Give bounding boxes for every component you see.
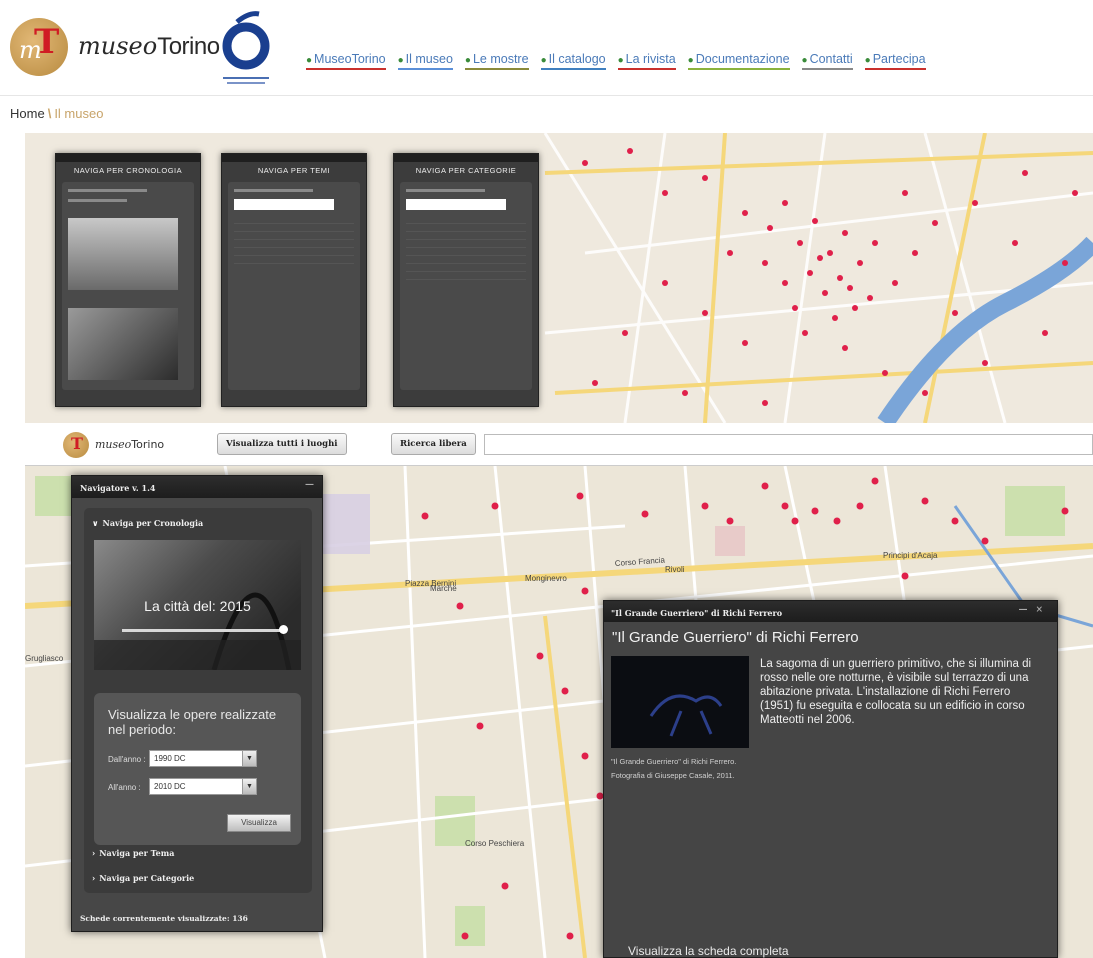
chevron-right-icon: › (92, 848, 96, 858)
map-toolbar: T museoTorino Visualizza tutti i luoghi … (25, 423, 1093, 466)
close-icon[interactable]: × (1035, 605, 1051, 615)
slider-knob[interactable] (279, 625, 288, 634)
breadcrumb-current: Il museo (54, 106, 104, 121)
map-label-peschiera: Corso Peschiera (465, 839, 525, 848)
cronologia-caption: La città del: 2015 (144, 598, 251, 614)
breadcrumb-home[interactable]: Home (10, 106, 45, 121)
toolbar-brand: museoTorino (95, 438, 165, 451)
free-search-button[interactable]: Ricerca libera (391, 433, 476, 455)
overview-map[interactable]: NAVIGA PER CRONOLOGIA NAVIGA PER TEMI NA… (25, 133, 1093, 423)
mini-panel-cronologia: NAVIGA PER CRONOLOGIA (55, 153, 201, 407)
minimize-icon[interactable]: — (1018, 605, 1035, 615)
nav-le-mostre[interactable]: ● Le mostre (464, 52, 529, 70)
cronologia-photo-bottom (68, 308, 178, 380)
cronologia-photo-top (68, 218, 178, 290)
nav-la-rivista[interactable]: ● La rivista (617, 52, 676, 70)
partner-ring-logo[interactable] (215, 10, 277, 90)
nav-museotorino[interactable]: ● MuseoTorino (306, 52, 386, 70)
detail-titlebar[interactable]: "Il Grande Guerriero" di Richi Ferrero —… (604, 601, 1057, 622)
artwork-photo[interactable] (611, 656, 749, 748)
view-full-record-link[interactable]: Visualizza la scheda completa (628, 944, 789, 958)
nav-partecipa[interactable]: ● Partecipa (864, 52, 926, 70)
section-temi[interactable]: › Naviga per Tema (92, 848, 174, 858)
detail-title: "Il Grande Guerriero" di Richi Ferrero (612, 629, 859, 646)
dropdown-arrow-icon: ▼ (242, 779, 256, 794)
section-categorie[interactable]: › Naviga per Categorie (92, 873, 194, 883)
site-header: mT museoTorino ● MuseoTorino ● Il museo ● L… (0, 0, 1093, 96)
mini-panel-temi: NAVIGA PER TEMI (221, 153, 367, 407)
photo-caption: "Il Grande Guerriero" di Richi Ferrero. … (611, 757, 737, 780)
dropdown-arrow-icon: ▼ (242, 751, 256, 766)
map-label-rivoli: Rivoli (665, 565, 685, 574)
show-all-places-button[interactable]: Visualizza tutti i luoghi (217, 433, 347, 455)
map-label-grugliasco: Grugliasco (25, 654, 64, 663)
nav-contatti[interactable]: ● Contatti (801, 52, 853, 70)
brand-wordmark[interactable]: museoTorino (78, 32, 220, 61)
nav-documentazione[interactable]: ● Documentazione (687, 52, 790, 70)
from-year-select[interactable]: 1990 DC ▼ (149, 750, 257, 767)
toolbar-logo[interactable]: T (63, 432, 89, 458)
navigator-panel: Navigatore v. 1.4 — ∨ Naviga per Cronolog… (71, 475, 323, 932)
section-cronologia[interactable]: ∨ Naviga per Cronologia (92, 518, 203, 528)
nav-il-catalogo[interactable]: ● Il catalogo (540, 52, 606, 70)
nav-il-museo[interactable]: ● Il museo (397, 52, 453, 70)
minimize-icon[interactable]: — (305, 480, 314, 490)
breadcrumb: Home \ Il museo (10, 106, 104, 121)
map-label-marche: Marche (430, 584, 457, 593)
to-year-select[interactable]: 2010 DC ▼ (149, 778, 257, 795)
navigator-footer: Schede correntemente visualizzate: 136 (80, 914, 248, 923)
period-filter-box: Visualizza le opere realizzate nel perio… (94, 693, 301, 845)
map-label-monginevro: Monginevro (525, 574, 567, 583)
navigator-titlebar[interactable]: Navigatore v. 1.4 — (72, 476, 322, 498)
year-slider[interactable] (122, 625, 288, 634)
visualizza-button[interactable]: Visualizza (227, 814, 291, 832)
free-search-input[interactable] (484, 434, 1093, 455)
artwork-description: La sagoma di un guerriero primitivo, che… (760, 658, 1032, 726)
artwork-detail-panel: "Il Grande Guerriero" di Richi Ferrero —… (603, 600, 1058, 958)
museotorino-logo[interactable]: mT (10, 18, 68, 76)
chevron-down-icon: ∨ (92, 518, 99, 528)
chevron-right-icon: › (92, 873, 96, 883)
main-nav: ● MuseoTorino ● Il museo ● Le mostre ● Il ca… (306, 52, 926, 70)
map-label-principi-acaja: Principi d'Acaja (883, 551, 938, 560)
mini-panel-categorie: NAVIGA PER CATEGORIE (393, 153, 539, 407)
